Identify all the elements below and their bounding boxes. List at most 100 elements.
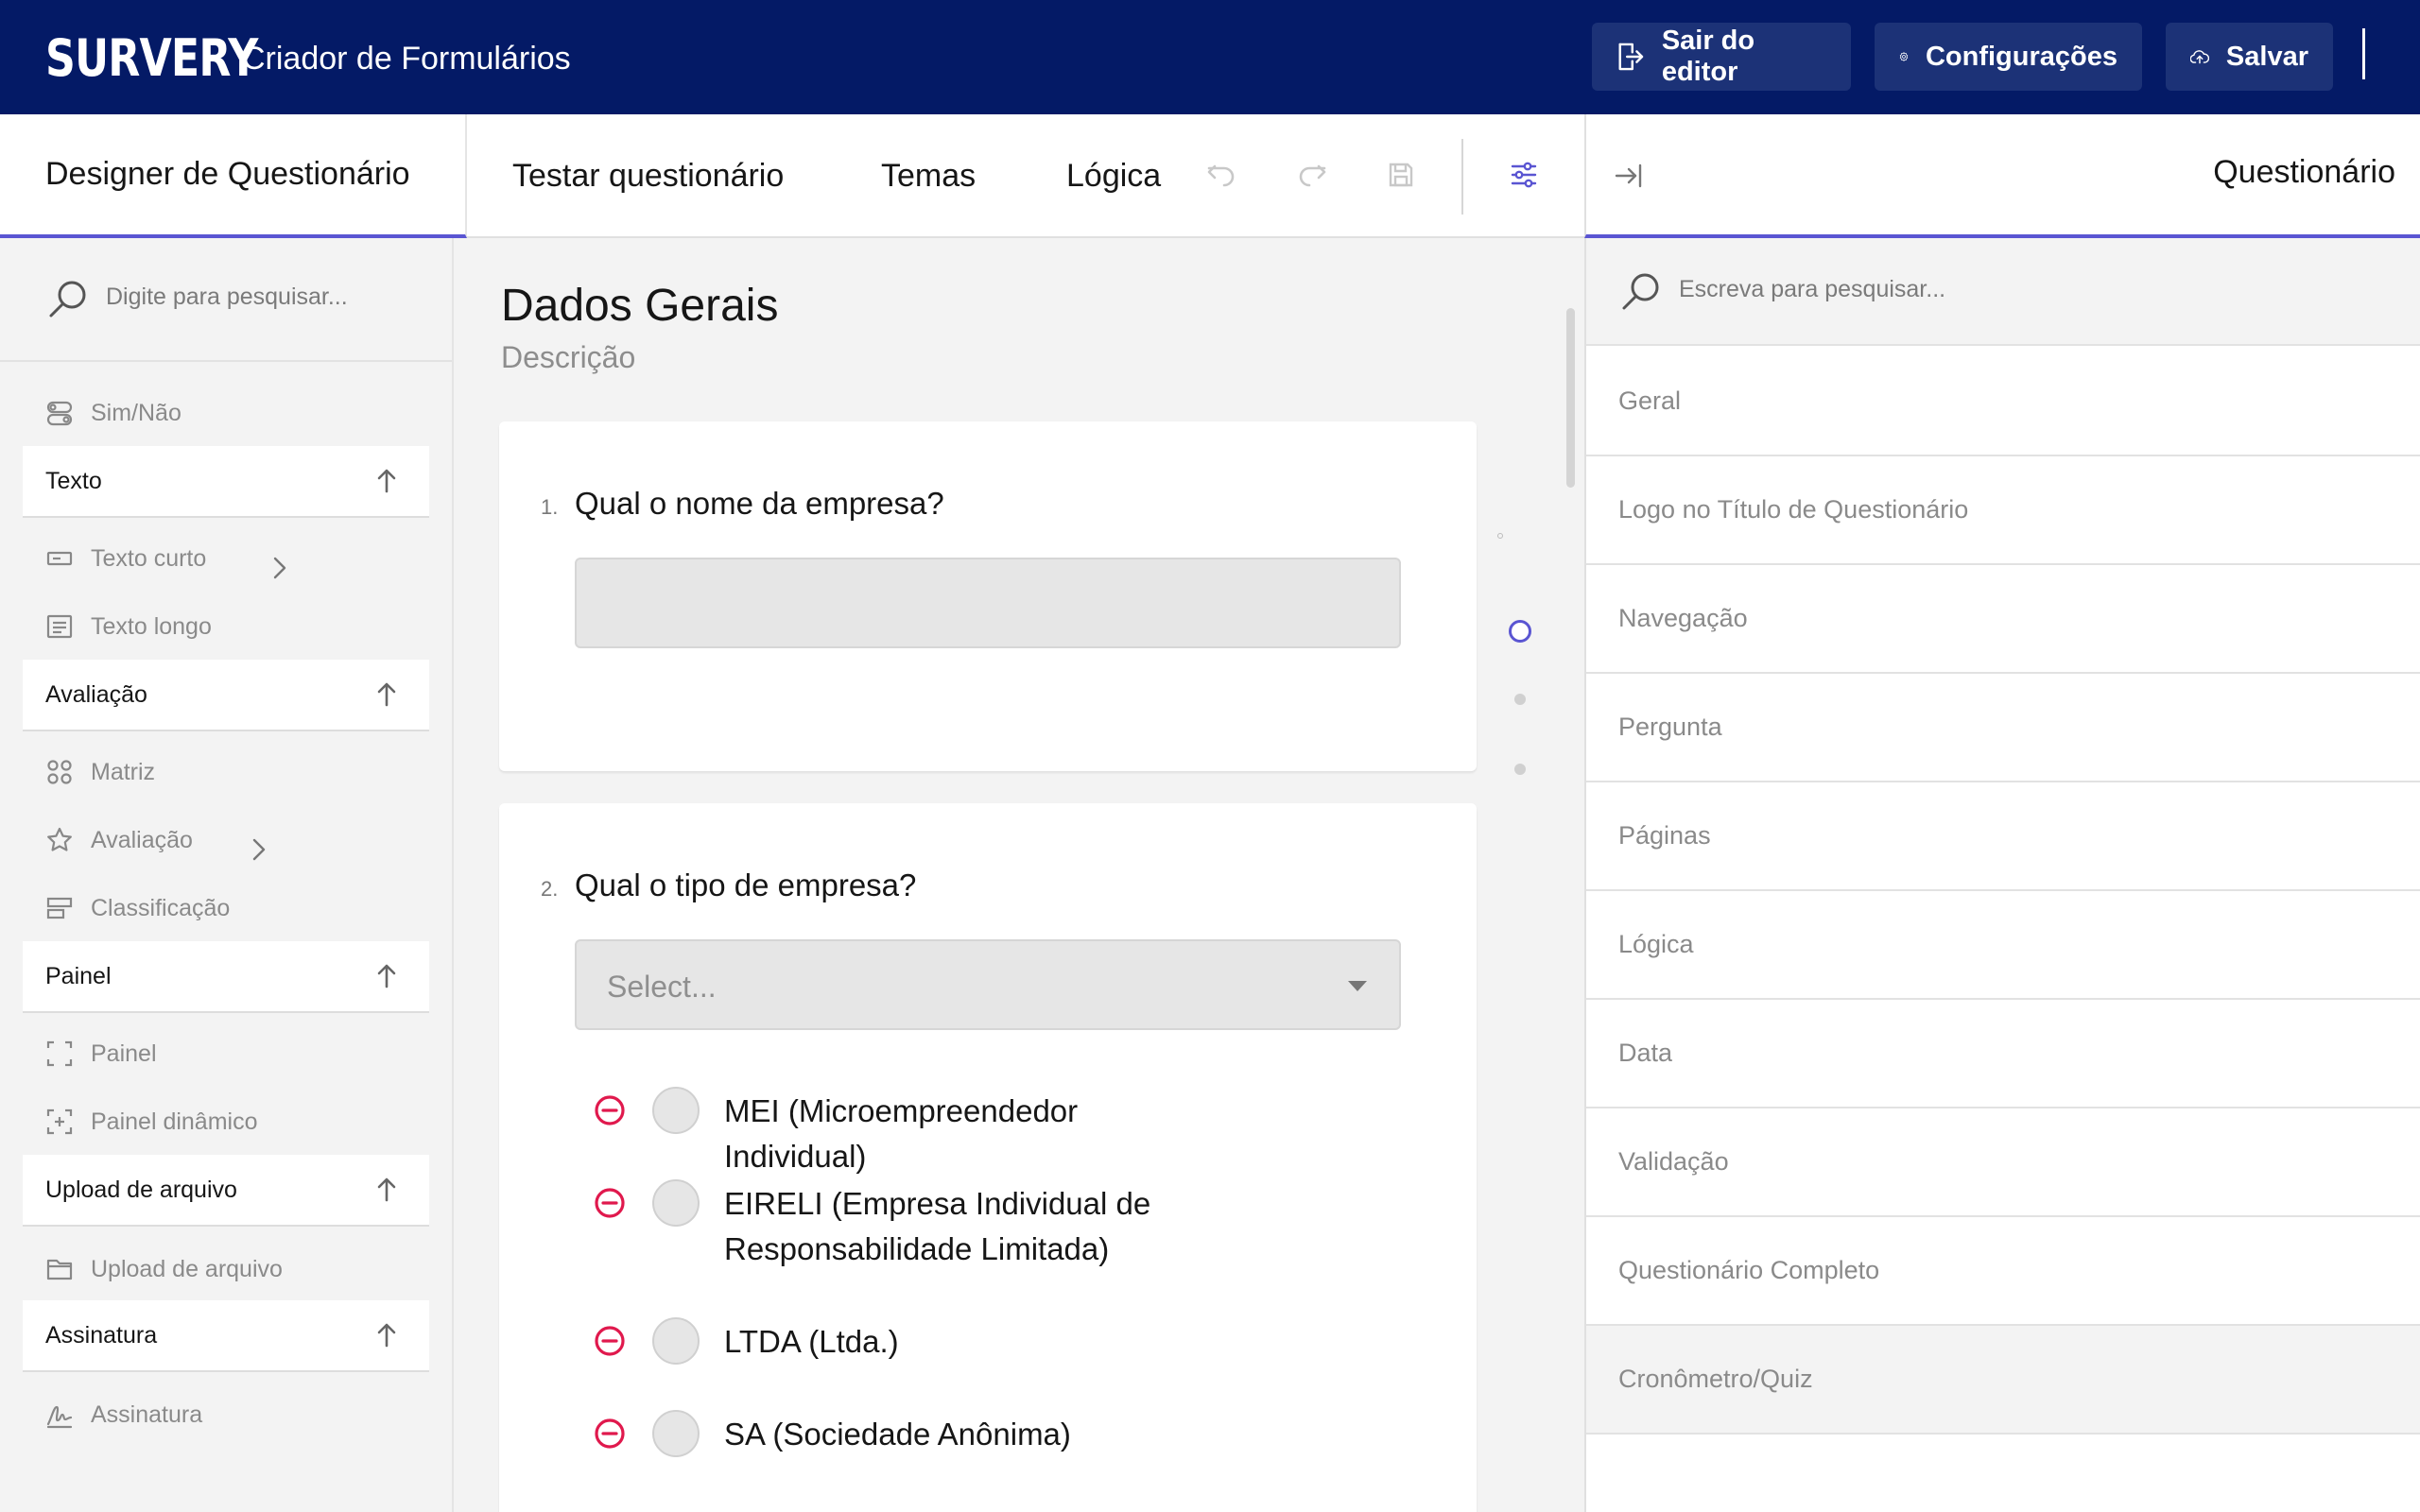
property-category-navigation[interactable]: Navegação [1586, 565, 2420, 674]
category-label: Upload de arquivo [45, 1176, 237, 1203]
property-grid: Escreva para pesquisar... Geral Logo no … [1584, 238, 2420, 1512]
property-category-data[interactable]: Data [1586, 1000, 2420, 1108]
page-nav-dot[interactable] [1514, 764, 1526, 775]
tab-themes[interactable]: Temas [881, 114, 976, 238]
property-category-logic[interactable]: Lógica [1586, 891, 2420, 1000]
design-surface: Dados Gerais Descrição 1. Qual o nome da… [454, 238, 1584, 1512]
question-title[interactable]: Qual o nome da empresa? [575, 486, 944, 522]
toolbox-item-panel[interactable]: Painel [45, 1030, 157, 1077]
question-number: 2. [541, 877, 559, 901]
save-label: Salvar [2225, 41, 2308, 72]
toolbox-category-upload[interactable]: Upload de arquivo [23, 1155, 429, 1227]
remove-choice-icon[interactable] [594, 1418, 626, 1450]
page-nav-dot[interactable] [1497, 533, 1503, 539]
toggle-icon [46, 401, 73, 426]
category-label: Assinatura [45, 1321, 158, 1349]
settings-button[interactable]: Configurações [1875, 23, 2142, 91]
remove-choice-icon[interactable] [594, 1325, 626, 1357]
toolbox-category-rating[interactable]: Avaliação [23, 660, 429, 731]
app-logo: SURVERY [45, 27, 258, 88]
toolbox-category-signature[interactable]: Assinatura [23, 1300, 429, 1372]
category-label: Painel [45, 962, 112, 989]
search-icon [49, 281, 86, 318]
chevron-right-icon[interactable] [272, 556, 287, 580]
exit-editor-button[interactable]: Sair do editor [1592, 23, 1851, 91]
choice-label[interactable]: LTDA (Ltda.) [724, 1319, 1216, 1365]
property-category-question[interactable]: Pergunta [1586, 674, 2420, 782]
save-button[interactable]: Salvar [2166, 23, 2333, 91]
page-nav-dot-active[interactable] [1509, 620, 1531, 643]
property-search[interactable]: Escreva para pesquisar... [1586, 238, 2420, 346]
toolbox-category-text[interactable]: Texto [23, 446, 429, 518]
company-name-input[interactable] [575, 558, 1401, 648]
property-grid-toggle[interactable] [1505, 156, 1543, 194]
tab-designer[interactable]: Designer de Questionário [0, 114, 467, 238]
arrow-up-icon [377, 469, 396, 493]
undo-button[interactable] [1202, 156, 1240, 194]
cloud-upload-icon [2190, 50, 2209, 64]
tab-test[interactable]: Testar questionário [512, 114, 784, 238]
panel-icon [46, 1040, 73, 1067]
matrix-icon [47, 760, 72, 784]
toolbox-item-ranking[interactable]: Classificação [45, 885, 230, 932]
toolbox-search[interactable]: Digite para pesquisar... [0, 238, 452, 362]
company-type-dropdown[interactable]: Select... [575, 939, 1401, 1030]
toolbox-item-yesno[interactable]: Sim/Não [45, 389, 182, 437]
choice-radio[interactable] [652, 1317, 700, 1365]
toolbox-item-dynamic-panel[interactable]: Painel dinâmico [45, 1098, 258, 1145]
toolbox-item-long-text[interactable]: Texto longo [45, 603, 212, 650]
chevron-right-icon[interactable] [251, 837, 267, 862]
choice-radio[interactable] [652, 1179, 700, 1227]
choice-radio[interactable] [652, 1410, 700, 1457]
gear-icon [1899, 52, 1909, 61]
question-number: 1. [541, 495, 559, 519]
question-title[interactable]: Qual o tipo de empresa? [575, 868, 916, 903]
save-draft-button[interactable] [1382, 156, 1420, 194]
collapse-panel-button[interactable] [1615, 163, 1643, 193]
folder-icon [46, 1259, 73, 1280]
page-description[interactable]: Descrição [501, 340, 635, 375]
property-grid-title: Questionário [2213, 154, 2395, 190]
category-label: Avaliação [45, 680, 147, 708]
toolbox-item-label: Sim/Não [91, 399, 182, 426]
ranking-icon [46, 897, 73, 919]
tab-logic[interactable]: Lógica [1066, 114, 1161, 238]
choice-label[interactable]: MEI (Microempreendedor Individual) [724, 1089, 1216, 1179]
choice-radio[interactable] [652, 1087, 700, 1134]
question-card-1[interactable]: 1. Qual o nome da empresa? [499, 421, 1477, 771]
property-category-complete[interactable]: Questionário Completo [1586, 1217, 2420, 1326]
toolbox-item-label: Assinatura [91, 1400, 203, 1428]
toolbox-category-panel[interactable]: Painel [23, 941, 429, 1013]
choice-label[interactable]: EIRELI (Empresa Individual de Responsabi… [724, 1181, 1216, 1272]
text-input-icon [46, 551, 73, 566]
remove-choice-icon[interactable] [594, 1094, 626, 1126]
property-category-pages[interactable]: Páginas [1586, 782, 2420, 891]
choice-label[interactable]: SA (Sociedade Anônima) [724, 1412, 1216, 1457]
toolbox-item-signature[interactable]: Assinatura [45, 1391, 202, 1438]
toolbox-item-matrix[interactable]: Matriz [45, 748, 155, 796]
dynamic-panel-icon [46, 1108, 73, 1135]
star-icon [47, 827, 72, 851]
redo-button[interactable] [1293, 156, 1331, 194]
property-category-logo[interactable]: Logo no Título de Questionário [1586, 456, 2420, 565]
property-category-timer-quiz[interactable]: Cronômetro/Quiz [1586, 1326, 2420, 1435]
sliders-icon [1511, 162, 1537, 188]
dropdown-placeholder: Select... [607, 970, 717, 1004]
remove-choice-icon[interactable] [594, 1187, 626, 1219]
toolbox-item-file-upload[interactable]: Upload de arquivo [45, 1246, 283, 1293]
question-card-2[interactable]: 2. Qual o tipo de empresa? Select... MEI… [499, 803, 1477, 1512]
property-category-validation[interactable]: Validação [1586, 1108, 2420, 1217]
settings-label: Configurações [1925, 41, 2118, 72]
property-category-general[interactable]: Geral [1586, 348, 2420, 456]
header-divider [2362, 28, 2365, 79]
survey-creator: SURVERY Criador de Formulários Sair do e… [0, 0, 2420, 1512]
signature-icon [46, 1405, 73, 1429]
page-title[interactable]: Dados Gerais [501, 280, 778, 332]
canvas-scrollbar[interactable] [1566, 308, 1575, 488]
floppy-disk-icon [1389, 163, 1413, 187]
toolbox-item-short-text[interactable]: Texto curto [45, 535, 206, 582]
caret-down-icon [1348, 981, 1367, 991]
page-nav-dot[interactable] [1514, 694, 1526, 705]
toolbox-item-rating[interactable]: Avaliação [45, 816, 193, 864]
toolbox-item-label: Painel [91, 1040, 157, 1067]
